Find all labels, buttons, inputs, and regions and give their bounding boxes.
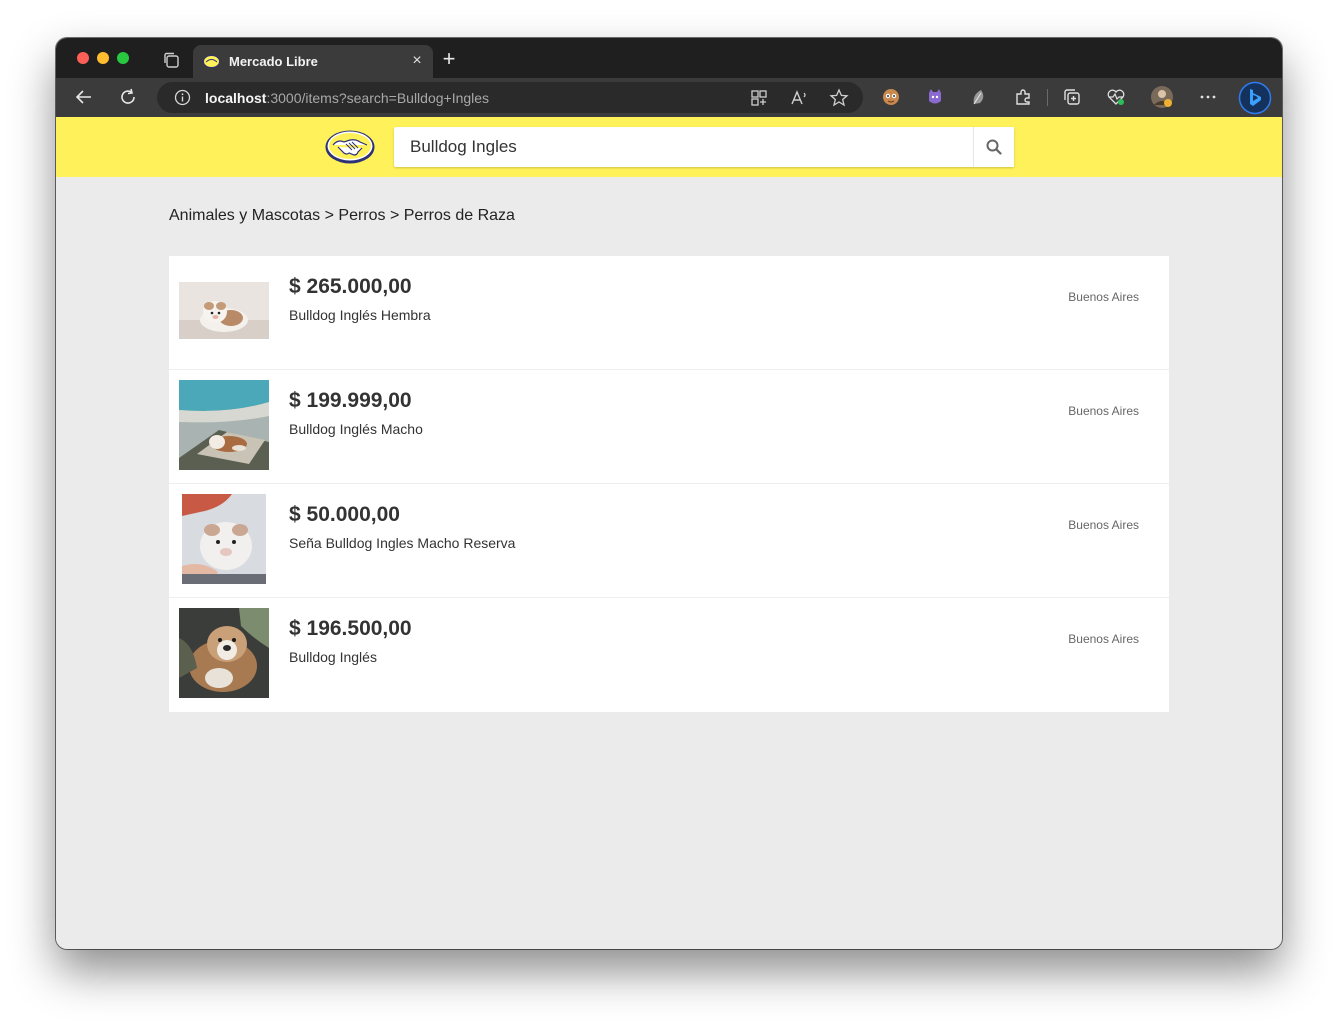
- star-icon[interactable]: [829, 88, 849, 108]
- maximize-window-button[interactable]: [117, 52, 129, 64]
- tab-title: Mercado Libre: [229, 54, 318, 69]
- item-location: Buenos Aires: [1068, 404, 1139, 418]
- back-arrow-icon[interactable]: [74, 87, 94, 107]
- item-title[interactable]: Bulldog Inglés Macho: [289, 421, 423, 437]
- extension-leaf-icon[interactable]: [969, 87, 989, 107]
- apps-icon[interactable]: [749, 88, 769, 108]
- product-image[interactable]: [182, 494, 266, 584]
- profile-avatar-icon[interactable]: [1150, 85, 1174, 109]
- item-location: Buenos Aires: [1068, 290, 1139, 304]
- read-aloud-icon[interactable]: [789, 88, 809, 108]
- search-icon: [986, 139, 1002, 155]
- browser-window: Mercado Libre × + localhost:3000/items?s…: [56, 38, 1282, 949]
- product-image[interactable]: [179, 380, 269, 470]
- close-window-button[interactable]: [77, 52, 89, 64]
- new-tab-icon[interactable]: +: [440, 48, 458, 70]
- tab-collection-icon[interactable]: [162, 51, 180, 69]
- browser-toolbar: localhost:3000/items?search=Bulldog+Ingl…: [56, 78, 1282, 117]
- item-price[interactable]: $ 196.500,00: [289, 617, 412, 641]
- info-icon[interactable]: [174, 89, 191, 106]
- minimize-window-button[interactable]: [97, 52, 109, 64]
- extensions-puzzle-icon[interactable]: [1013, 87, 1033, 107]
- breadcrumb: Animales y Mascotas > Perros > Perros de…: [169, 207, 515, 224]
- reload-icon[interactable]: [118, 87, 138, 107]
- search-button[interactable]: [973, 127, 1014, 167]
- result-item[interactable]: $ 50.000,00 Seña Bulldog Ingles Macho Re…: [169, 484, 1169, 598]
- search-input[interactable]: [394, 127, 972, 167]
- mercado-libre-logo-icon[interactable]: [324, 129, 376, 165]
- result-item[interactable]: $ 199.999,00 Bulldog Inglés Macho Buenos…: [169, 370, 1169, 484]
- tab-strip: Mercado Libre × +: [56, 38, 1282, 78]
- item-location: Buenos Aires: [1068, 518, 1139, 532]
- item-location: Buenos Aires: [1068, 632, 1139, 646]
- performance-icon[interactable]: [1106, 87, 1126, 107]
- item-title[interactable]: Bulldog Inglés: [289, 649, 377, 665]
- tab-mercado-libre[interactable]: Mercado Libre ×: [193, 45, 433, 78]
- item-price[interactable]: $ 50.000,00: [289, 503, 400, 527]
- bing-icon[interactable]: [1238, 81, 1272, 115]
- site-header: [56, 117, 1282, 177]
- item-price[interactable]: $ 199.999,00: [289, 389, 412, 413]
- toolbar-divider: [1047, 89, 1048, 106]
- results-list: $ 265.000,00 Bulldog Inglés Hembra Bueno…: [169, 256, 1169, 712]
- result-item[interactable]: $ 265.000,00 Bulldog Inglés Hembra Bueno…: [169, 256, 1169, 370]
- extension-face-icon[interactable]: [881, 87, 901, 107]
- item-title[interactable]: Bulldog Inglés Hembra: [289, 307, 431, 323]
- item-price[interactable]: $ 265.000,00: [289, 275, 412, 299]
- close-tab-icon[interactable]: ×: [409, 53, 425, 69]
- extension-cat-icon[interactable]: [925, 87, 945, 107]
- item-title[interactable]: Seña Bulldog Ingles Macho Reserva: [289, 535, 515, 551]
- more-icon[interactable]: [1198, 87, 1218, 107]
- page-content: Animales y Mascotas > Perros > Perros de…: [56, 117, 1282, 949]
- url-host: localhost: [205, 90, 267, 106]
- product-image[interactable]: [179, 608, 269, 698]
- collections-icon[interactable]: [1062, 87, 1082, 107]
- address-bar[interactable]: localhost:3000/items?search=Bulldog+Ingl…: [157, 82, 863, 113]
- search-box: [394, 127, 1014, 167]
- product-image[interactable]: [179, 282, 269, 339]
- url-text[interactable]: localhost:3000/items?search=Bulldog+Ingl…: [205, 90, 489, 106]
- mercado-libre-favicon-icon: [203, 55, 220, 68]
- url-path: :3000/items?search=Bulldog+Ingles: [266, 90, 490, 106]
- result-item[interactable]: $ 196.500,00 Bulldog Inglés Buenos Aires: [169, 598, 1169, 712]
